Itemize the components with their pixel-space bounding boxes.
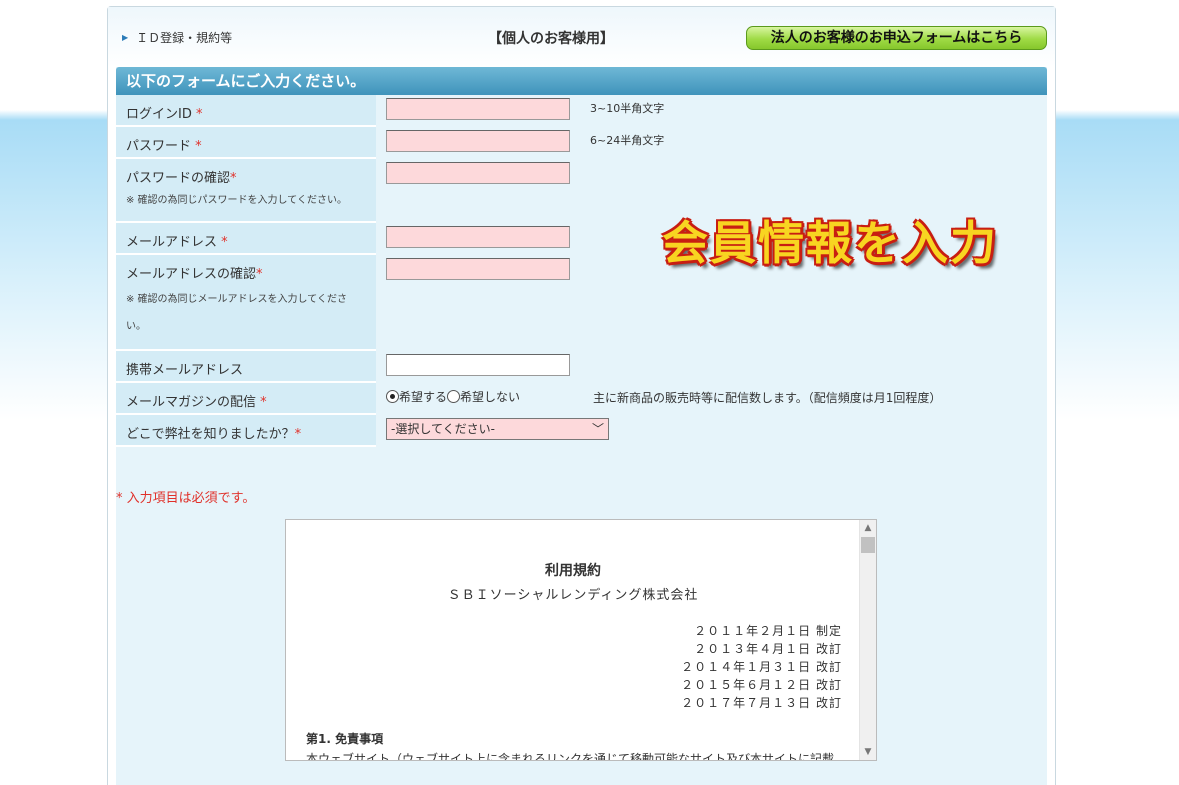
chevron-down-icon: ﹀ (591, 422, 604, 436)
required-mark: * (294, 427, 302, 442)
required-mark: * (195, 139, 202, 154)
page-title: 【個人のお客様用】 (488, 31, 614, 47)
password-confirm-label-text: パスワードの確認 (126, 171, 231, 186)
password-input[interactable] (386, 130, 570, 152)
terms-date: ２０１７年７月１３日 改訂 (681, 696, 842, 710)
row-login-id: ログインID * 3~10半角文字 (116, 95, 1047, 127)
row-mobile-email: 携帯メールアドレス (116, 351, 1047, 383)
terms-dates: ２０１１年２月１日 制定 ２０１３年４月１日 改訂 ２０１４年１月３１日 改訂 … (681, 622, 842, 712)
terms-date: ２０１３年４月１日 改訂 (694, 642, 842, 656)
referral-label: どこで弊社を知りましたか？* (116, 415, 376, 447)
password-label: パスワード * (116, 127, 376, 159)
login-id-label: ログインID * (116, 95, 376, 127)
email-confirm-label: メールアドレスの確認* ※ 確認の為同じメールアドレスを入力してくださ い。 (116, 255, 376, 351)
referral-selected-value: -選択してください- (391, 422, 495, 436)
newsletter-yes-radio[interactable] (386, 390, 399, 403)
scroll-down-icon[interactable]: ▼ (860, 744, 876, 760)
top-bar: ▶ ＩＤ登録・規約等 【個人のお客様用】 法人のお客様のお申込フォームはこちら (108, 7, 1055, 67)
referral-select[interactable]: -選択してください- ﹀ (386, 418, 609, 440)
member-info-banner: 会員情報を入力 (662, 216, 998, 270)
email-confirm-input[interactable] (386, 258, 570, 280)
login-id-hint: 3~10半角文字 (590, 102, 665, 115)
terms-date: ２０１１年２月１日 制定 (694, 624, 842, 638)
newsletter-label-text: メールマガジンの配信 (126, 395, 257, 410)
scroll-up-icon[interactable]: ▲ (860, 520, 876, 536)
form-section-title: 以下のフォームにご入力ください。 (116, 67, 1047, 95)
terms-box[interactable]: 利用規約 ＳＢＩソーシャルレンディング株式会社 ２０１１年２月１日 制定 ２０１… (285, 519, 877, 761)
required-mark: * (230, 171, 237, 186)
terms-scrollbar[interactable]: ▲ ▼ (859, 520, 876, 760)
terms-title: 利用規約 (545, 563, 601, 579)
login-id-input[interactable] (386, 98, 570, 120)
password-confirm-note: ※ 確認の為同じパスワードを入力してください。 (126, 195, 347, 206)
required-mark: * (260, 395, 267, 410)
breadcrumb[interactable]: ▶ ＩＤ登録・規約等 (122, 29, 232, 46)
row-newsletter: メールマガジンの配信 * 希望する 希望しない 主に新商品の販売時等に配信数しま… (116, 383, 1047, 415)
newsletter-yes-label[interactable]: 希望する (399, 388, 447, 405)
email-label-text: メールアドレス (126, 235, 218, 250)
password-confirm-label: パスワードの確認* ※ 確認の為同じパスワードを入力してください。 (116, 159, 376, 223)
mobile-email-label: 携帯メールアドレス (116, 351, 376, 383)
required-mark: * (221, 235, 228, 250)
corporate-form-button[interactable]: 法人のお客様のお申込フォームはこちら (746, 26, 1047, 50)
mobile-email-input[interactable] (386, 354, 570, 376)
terms-section-title: 第1. 免責事項 (306, 732, 384, 746)
password-confirm-input[interactable] (386, 162, 570, 184)
terms-company: ＳＢＩソーシャルレンディング株式会社 (447, 588, 699, 603)
required-mark: * (196, 107, 203, 122)
terms-date: ２０１４年１月３１日 改訂 (681, 660, 842, 674)
email-input[interactable] (386, 226, 570, 248)
password-label-text: パスワード (126, 139, 192, 154)
newsletter-hint: 主に新商品の販売時等に配信数します。（配信頻度は月1回程度） (593, 391, 942, 405)
breadcrumb-label: ＩＤ登録・規約等 (136, 31, 233, 45)
newsletter-radio-group: 希望する 希望しない (386, 388, 520, 405)
email-confirm-note-line2: い。 (126, 321, 146, 332)
row-password: パスワード * 6~24半角文字 (116, 127, 1047, 159)
email-confirm-note-line1: ※ 確認の為同じメールアドレスを入力してくださ (126, 294, 347, 305)
scroll-thumb[interactable] (861, 537, 875, 553)
email-label: メールアドレス * (116, 223, 376, 255)
page-container: ▶ ＩＤ登録・規約等 【個人のお客様用】 法人のお客様のお申込フォームはこちら 以… (107, 6, 1056, 785)
newsletter-label: メールマガジンの配信 * (116, 383, 376, 415)
required-fields-note: * 入力項目は必須です。 (116, 491, 256, 506)
terms-date: ２０１５年６月１２日 改訂 (681, 678, 842, 692)
newsletter-no-radio[interactable] (447, 390, 461, 403)
newsletter-no-label[interactable]: 希望しない (460, 388, 520, 405)
terms-section-body: 本ウェブサイト（ウェブサイト上に含まれるリンクを通じて移動可能なサイト及び本サイ… (306, 752, 835, 761)
password-hint: 6~24半角文字 (590, 134, 665, 147)
login-id-label-text: ログインID (126, 107, 192, 122)
row-referral: どこで弊社を知りましたか？* -選択してください- ﹀ (116, 415, 1047, 447)
email-confirm-label-text: メールアドレスの確認 (126, 267, 257, 282)
triangle-right-icon: ▶ (122, 33, 129, 42)
required-mark: * (256, 267, 263, 282)
registration-form: 以下のフォームにご入力ください。 ログインID * 3~10半角文字 パスワード… (116, 67, 1047, 785)
referral-label-text: どこで弊社を知りましたか？ (126, 427, 295, 442)
